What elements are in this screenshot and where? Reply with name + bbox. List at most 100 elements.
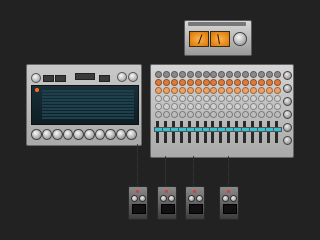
- pedal-led: [165, 190, 168, 193]
- synth-patch-display[interactable]: [75, 73, 95, 80]
- synth-knob[interactable]: [83, 129, 95, 140]
- synth-knob[interactable]: [52, 129, 63, 140]
- channel-fader-track: [195, 121, 199, 143]
- master-knob[interactable]: [283, 136, 292, 145]
- synth-knob-row: [31, 127, 137, 141]
- channel-fader-track: [163, 121, 167, 143]
- channel-knob[interactable]: [273, 111, 281, 118]
- mixer-channel-strip: [193, 69, 203, 153]
- pedal-knob[interactable]: [222, 195, 229, 202]
- vu-meter-right: [210, 31, 230, 47]
- vu-unit-header: [188, 22, 246, 26]
- channel-fader-track: [227, 121, 231, 143]
- channel-fader-track: [274, 121, 278, 143]
- mixer-channel-strip: [241, 69, 251, 153]
- master-knob[interactable]: [283, 97, 292, 106]
- synth-knob-tr1[interactable]: [117, 72, 127, 82]
- channel-fader-track: [266, 121, 270, 143]
- mixer-channel-strip: [249, 69, 259, 153]
- pedal-knob[interactable]: [160, 195, 167, 202]
- channel-fader-track: [211, 121, 215, 143]
- synth-screen-row: [42, 90, 134, 92]
- pedal-knob[interactable]: [188, 195, 195, 202]
- channel-fader-track: [203, 121, 207, 143]
- pedal-knob[interactable]: [196, 195, 203, 202]
- channel-knob[interactable]: [273, 95, 281, 102]
- channel-knob[interactable]: [273, 103, 281, 110]
- synth-screen-row: [42, 93, 134, 95]
- synth-screen-row: [42, 96, 134, 98]
- mixer-channel-strip: [209, 69, 219, 153]
- master-knob[interactable]: [283, 123, 292, 132]
- effect-pedal[interactable]: [157, 186, 177, 220]
- pedal-knob[interactable]: [131, 195, 138, 202]
- synth-button-a[interactable]: [43, 75, 54, 82]
- channel-fader-track: [156, 121, 159, 143]
- synth-screen-row: [42, 114, 134, 116]
- synth-screen-row: [42, 111, 134, 113]
- channel-fader-track: [243, 121, 247, 143]
- pedal-knob[interactable]: [168, 195, 175, 202]
- channel-knob[interactable]: [273, 71, 281, 78]
- vu-output-unit: [184, 20, 252, 56]
- cable-1: [137, 144, 138, 188]
- mixer-master-section: [283, 69, 292, 153]
- master-knob[interactable]: [283, 84, 292, 93]
- synth-button-b[interactable]: [55, 75, 66, 82]
- mixer-channel-strip: [264, 69, 274, 153]
- synth-screen-row: [42, 102, 134, 104]
- channel-fader[interactable]: [272, 127, 282, 132]
- mixer-channel-strip: [177, 69, 187, 153]
- mixer-channel-strip: [201, 69, 211, 153]
- synth-knob[interactable]: [62, 129, 74, 140]
- synth-knob[interactable]: [41, 129, 53, 140]
- pedal-knob[interactable]: [230, 195, 237, 202]
- pedal-display: [161, 204, 175, 214]
- master-volume-knob[interactable]: [233, 32, 247, 46]
- synth-knob-tl[interactable]: [31, 73, 41, 83]
- synth-knob[interactable]: [115, 129, 127, 140]
- pedal-led: [193, 190, 196, 193]
- synth-instrument: [26, 64, 142, 146]
- synth-display[interactable]: [31, 85, 139, 125]
- pedal-led: [136, 190, 139, 193]
- pedal-led: [227, 190, 230, 193]
- synth-knob[interactable]: [94, 129, 106, 140]
- mixer-channel-strip: [161, 69, 171, 153]
- synth-knob-tr2[interactable]: [128, 72, 138, 82]
- effect-pedal[interactable]: [128, 186, 148, 220]
- synth-knob[interactable]: [105, 129, 116, 140]
- synth-knob[interactable]: [73, 129, 84, 140]
- synth-knob[interactable]: [126, 129, 137, 140]
- channel-fader-track: [219, 121, 223, 143]
- mixer-channel-strip: [272, 69, 282, 153]
- channel-fader-track: [179, 121, 183, 143]
- synth-button-c[interactable]: [99, 75, 110, 82]
- synth-screen-row: [42, 108, 134, 110]
- master-knob[interactable]: [283, 110, 292, 119]
- vu-meter-left: [189, 31, 209, 47]
- effect-pedal[interactable]: [185, 186, 205, 220]
- channel-fader-track: [235, 121, 239, 143]
- channel-knob[interactable]: [273, 87, 281, 94]
- synth-screen-row: [42, 117, 134, 119]
- mixer-channel-strip: [225, 69, 235, 153]
- effect-pedal[interactable]: [219, 186, 239, 220]
- synth-power-led: [35, 88, 39, 92]
- synth-header: [29, 67, 138, 83]
- mixer-channel-strip: [256, 69, 266, 153]
- mixer-channel-strip: [217, 69, 227, 153]
- channel-fader-track: [187, 121, 191, 143]
- synth-screen-row: [42, 105, 134, 107]
- channel-fader-track: [171, 121, 175, 143]
- mixer-channel-strip: [169, 69, 179, 153]
- cable-3: [193, 156, 194, 186]
- cable-2: [165, 156, 166, 186]
- pedal-display: [223, 204, 237, 214]
- synth-knob[interactable]: [31, 129, 42, 140]
- pedal-knob[interactable]: [139, 195, 146, 202]
- mixer-channel-strip: [233, 69, 243, 153]
- channel-knob[interactable]: [273, 79, 281, 86]
- master-knob[interactable]: [283, 71, 292, 80]
- mixer-channel-strips: [154, 69, 282, 153]
